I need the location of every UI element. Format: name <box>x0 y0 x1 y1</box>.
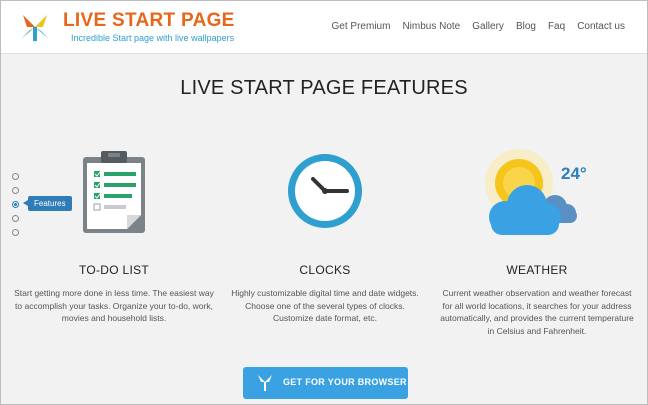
weather-sun-cloud-icon <box>485 149 577 235</box>
clock-icon <box>288 154 362 228</box>
nav-faq[interactable]: Faq <box>548 21 565 32</box>
weather-temperature: 24° <box>561 164 587 183</box>
pager-dot-4[interactable] <box>12 215 19 222</box>
pager-dot-3[interactable] <box>12 201 19 208</box>
app-logo-icon[interactable] <box>15 11 55 43</box>
app-logo-icon <box>257 375 273 391</box>
clipboard-checklist-icon <box>83 151 145 233</box>
page-title: LIVE START PAGE FEATURES <box>180 77 468 99</box>
brand-title[interactable]: LIVE START PAGE <box>63 10 235 32</box>
nav-gallery[interactable]: Gallery <box>472 21 504 32</box>
brand-tagline: Incredible Start page with live wallpape… <box>71 33 235 43</box>
get-for-browser-button[interactable]: GET FOR YOUR BROWSER <box>243 367 408 399</box>
get-for-browser-label: GET FOR YOUR BROWSER <box>283 377 407 387</box>
nav-contact-us[interactable]: Contact us <box>577 21 625 32</box>
pager-dot-1[interactable] <box>12 173 19 180</box>
nav-blog[interactable]: Blog <box>516 21 536 32</box>
top-nav: Get Premium Nimbus Note Gallery Blog Faq… <box>332 21 625 32</box>
pager-dot-5[interactable] <box>12 229 19 236</box>
feature-title-weather: WEATHER <box>506 263 568 277</box>
feature-title-clocks: CLOCKS <box>299 263 351 277</box>
feature-desc-weather: Current weather observation and weather … <box>440 288 634 336</box>
nav-nimbus-note[interactable]: Nimbus Note <box>402 21 460 32</box>
pager-tooltip: Features <box>23 196 72 211</box>
feature-desc-clocks: Highly customizable digital time and dat… <box>231 288 419 323</box>
feature-title-todo: TO-DO LIST <box>78 263 150 277</box>
pager-dot-2[interactable] <box>12 187 19 194</box>
nav-get-premium[interactable]: Get Premium <box>332 21 391 32</box>
section-pager <box>12 173 19 243</box>
feature-desc-todo: Start getting more done in less time. Th… <box>14 288 214 323</box>
site-header: LIVE START PAGE Incredible Start page wi… <box>1 1 647 54</box>
